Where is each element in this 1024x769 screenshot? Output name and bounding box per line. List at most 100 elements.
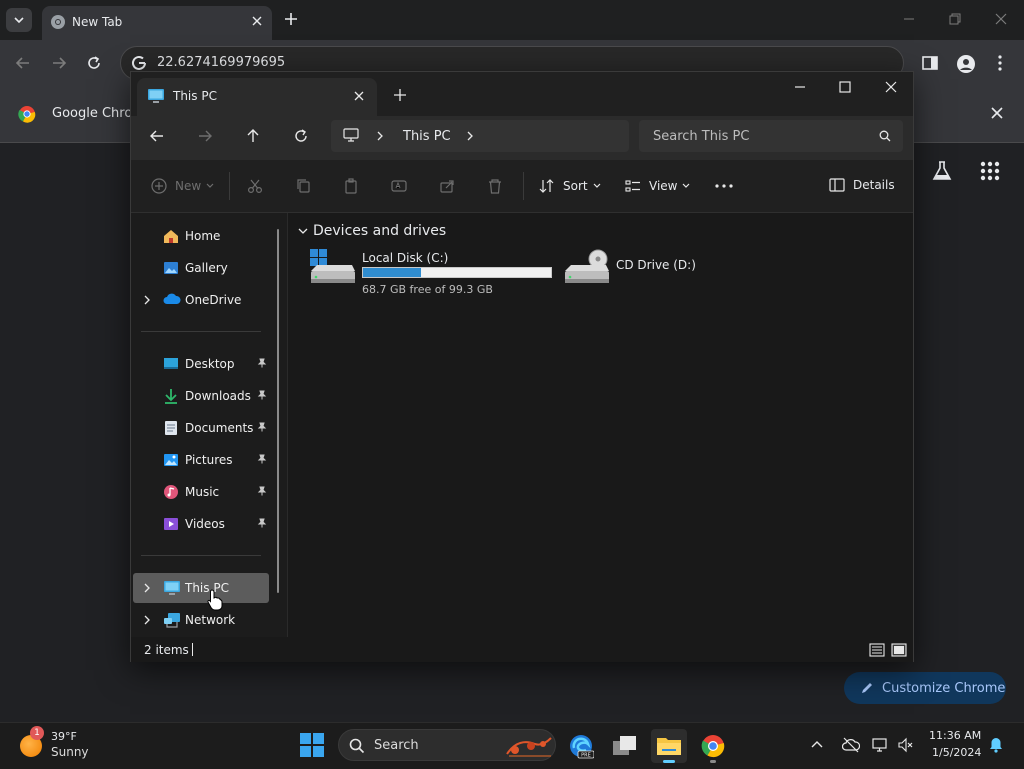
arrow-right-icon [199, 130, 212, 142]
status-bar: 2 items [131, 638, 913, 662]
notification-badge: 1 [30, 726, 44, 740]
speaker-muted-icon [898, 737, 913, 753]
labs-button[interactable] [932, 160, 952, 182]
chrome-tab-new-tab[interactable]: New Tab [42, 6, 272, 40]
hand-cursor-icon [207, 589, 223, 611]
explorer-refresh-button[interactable] [293, 128, 309, 144]
arrow-left-icon [150, 130, 163, 142]
search-input[interactable]: Search This PC [639, 120, 903, 152]
edge-beta-icon: PRE [570, 735, 594, 759]
chevron-right-icon[interactable] [465, 130, 475, 142]
onedrive-tray-button[interactable] [842, 737, 860, 753]
running-indicator [710, 760, 716, 763]
chevron-right-icon[interactable] [375, 130, 385, 142]
explorer-new-tab-button[interactable] [393, 88, 407, 102]
navigation-scrollbar[interactable] [277, 229, 279, 593]
explorer-title-bar: This PC [131, 72, 913, 116]
explorer-back-button[interactable] [149, 128, 165, 144]
google-apps-button[interactable] [980, 161, 1000, 181]
nav-item-videos[interactable]: Videos [133, 509, 269, 539]
new-button[interactable]: New [151, 178, 214, 194]
infobar-close-button[interactable] [990, 106, 1004, 120]
nav-item-pictures[interactable]: Pictures [133, 445, 269, 475]
maximize-icon [839, 81, 851, 93]
explorer-up-button[interactable] [245, 128, 261, 144]
details-view-button[interactable] [869, 643, 885, 657]
pin-icon[interactable] [257, 454, 267, 464]
nav-item-gallery[interactable]: Gallery [133, 253, 269, 283]
delete-button[interactable] [487, 178, 503, 194]
chevron-right-icon[interactable] [143, 582, 151, 594]
cut-button[interactable] [247, 178, 263, 194]
minimize-button[interactable] [902, 12, 916, 26]
pin-icon[interactable] [257, 518, 267, 528]
pin-icon[interactable] [257, 390, 267, 400]
reload-icon [88, 56, 100, 69]
start-button[interactable] [300, 733, 324, 757]
drive-item-d[interactable]: CD Drive (D:) [564, 249, 704, 289]
breadcrumb-this-pc[interactable]: This PC [403, 129, 451, 144]
forward-button[interactable] [50, 54, 68, 72]
arrow-up-icon [247, 129, 259, 142]
tab-search-button[interactable] [6, 8, 32, 32]
back-button[interactable] [14, 54, 32, 72]
nav-item-documents[interactable]: Documents [133, 413, 269, 443]
sort-button[interactable]: Sort [539, 178, 601, 194]
explorer-maximize-button[interactable] [838, 80, 852, 94]
explorer-tab-this-pc[interactable]: This PC [137, 78, 377, 116]
group-header-devices[interactable]: Devices and drives [298, 223, 446, 239]
close-window-button[interactable] [994, 12, 1008, 26]
restore-button[interactable] [948, 12, 962, 26]
details-button[interactable]: Details [829, 178, 895, 192]
taskbar-search-label: Search [374, 738, 419, 753]
nav-item-onedrive[interactable]: OneDrive [133, 285, 269, 315]
close-tab-icon[interactable] [353, 90, 365, 102]
see-more-button[interactable] [715, 184, 733, 188]
nav-item-this-pc[interactable]: This PC [133, 573, 269, 603]
close-tab-icon[interactable] [250, 14, 264, 28]
taskbar-task-view[interactable] [607, 729, 643, 763]
profile-button[interactable] [956, 54, 976, 74]
tiles-view-button[interactable] [891, 643, 907, 657]
customize-chrome-button[interactable]: Customize Chrome [844, 672, 1006, 704]
paste-button[interactable] [343, 178, 359, 194]
notifications-button[interactable] [989, 737, 1003, 753]
nav-label: OneDrive [185, 293, 242, 307]
new-tab-button[interactable] [283, 11, 299, 27]
reload-button[interactable] [85, 54, 103, 72]
explorer-minimize-button[interactable] [793, 80, 807, 94]
breadcrumb[interactable]: This PC [331, 120, 629, 152]
nav-item-music[interactable]: Music [133, 477, 269, 507]
view-list-icon [625, 180, 640, 192]
pin-icon[interactable] [257, 486, 267, 496]
taskbar-edge-beta[interactable]: PRE [563, 729, 599, 763]
chevron-right-icon[interactable] [143, 294, 151, 306]
taskbar-search[interactable]: Search [338, 729, 556, 761]
view-button[interactable]: View [625, 178, 690, 194]
side-panel-button[interactable] [921, 54, 939, 72]
show-hidden-icons-button[interactable] [810, 737, 824, 751]
volume-tray-button[interactable] [898, 737, 914, 753]
chrome-menu-button[interactable] [996, 54, 1004, 72]
chevron-down-icon [593, 183, 601, 188]
nav-item-desktop[interactable]: Desktop [133, 349, 269, 379]
drive-item-c[interactable]: Local Disk (C:) 68.7 GB free of 99.3 GB [310, 249, 552, 297]
taskbar-file-explorer[interactable] [651, 729, 687, 763]
pin-icon[interactable] [257, 422, 267, 432]
taskbar-chrome[interactable] [695, 729, 731, 763]
share-button[interactable] [439, 178, 455, 194]
rename-button[interactable] [391, 178, 407, 194]
nav-item-network[interactable]: Network [133, 605, 269, 635]
network-tray-button[interactable] [872, 737, 892, 753]
nav-item-downloads[interactable]: Downloads [133, 381, 269, 411]
monitor-icon [147, 88, 165, 104]
explorer-close-button[interactable] [884, 80, 898, 94]
search-icon [349, 738, 365, 754]
chevron-right-icon[interactable] [143, 614, 151, 626]
copy-button[interactable] [295, 178, 311, 194]
music-icon [163, 484, 179, 500]
bell-icon [990, 738, 1002, 753]
explorer-forward-button[interactable] [197, 128, 213, 144]
nav-item-home[interactable]: Home [133, 221, 269, 251]
pin-icon[interactable] [257, 358, 267, 368]
